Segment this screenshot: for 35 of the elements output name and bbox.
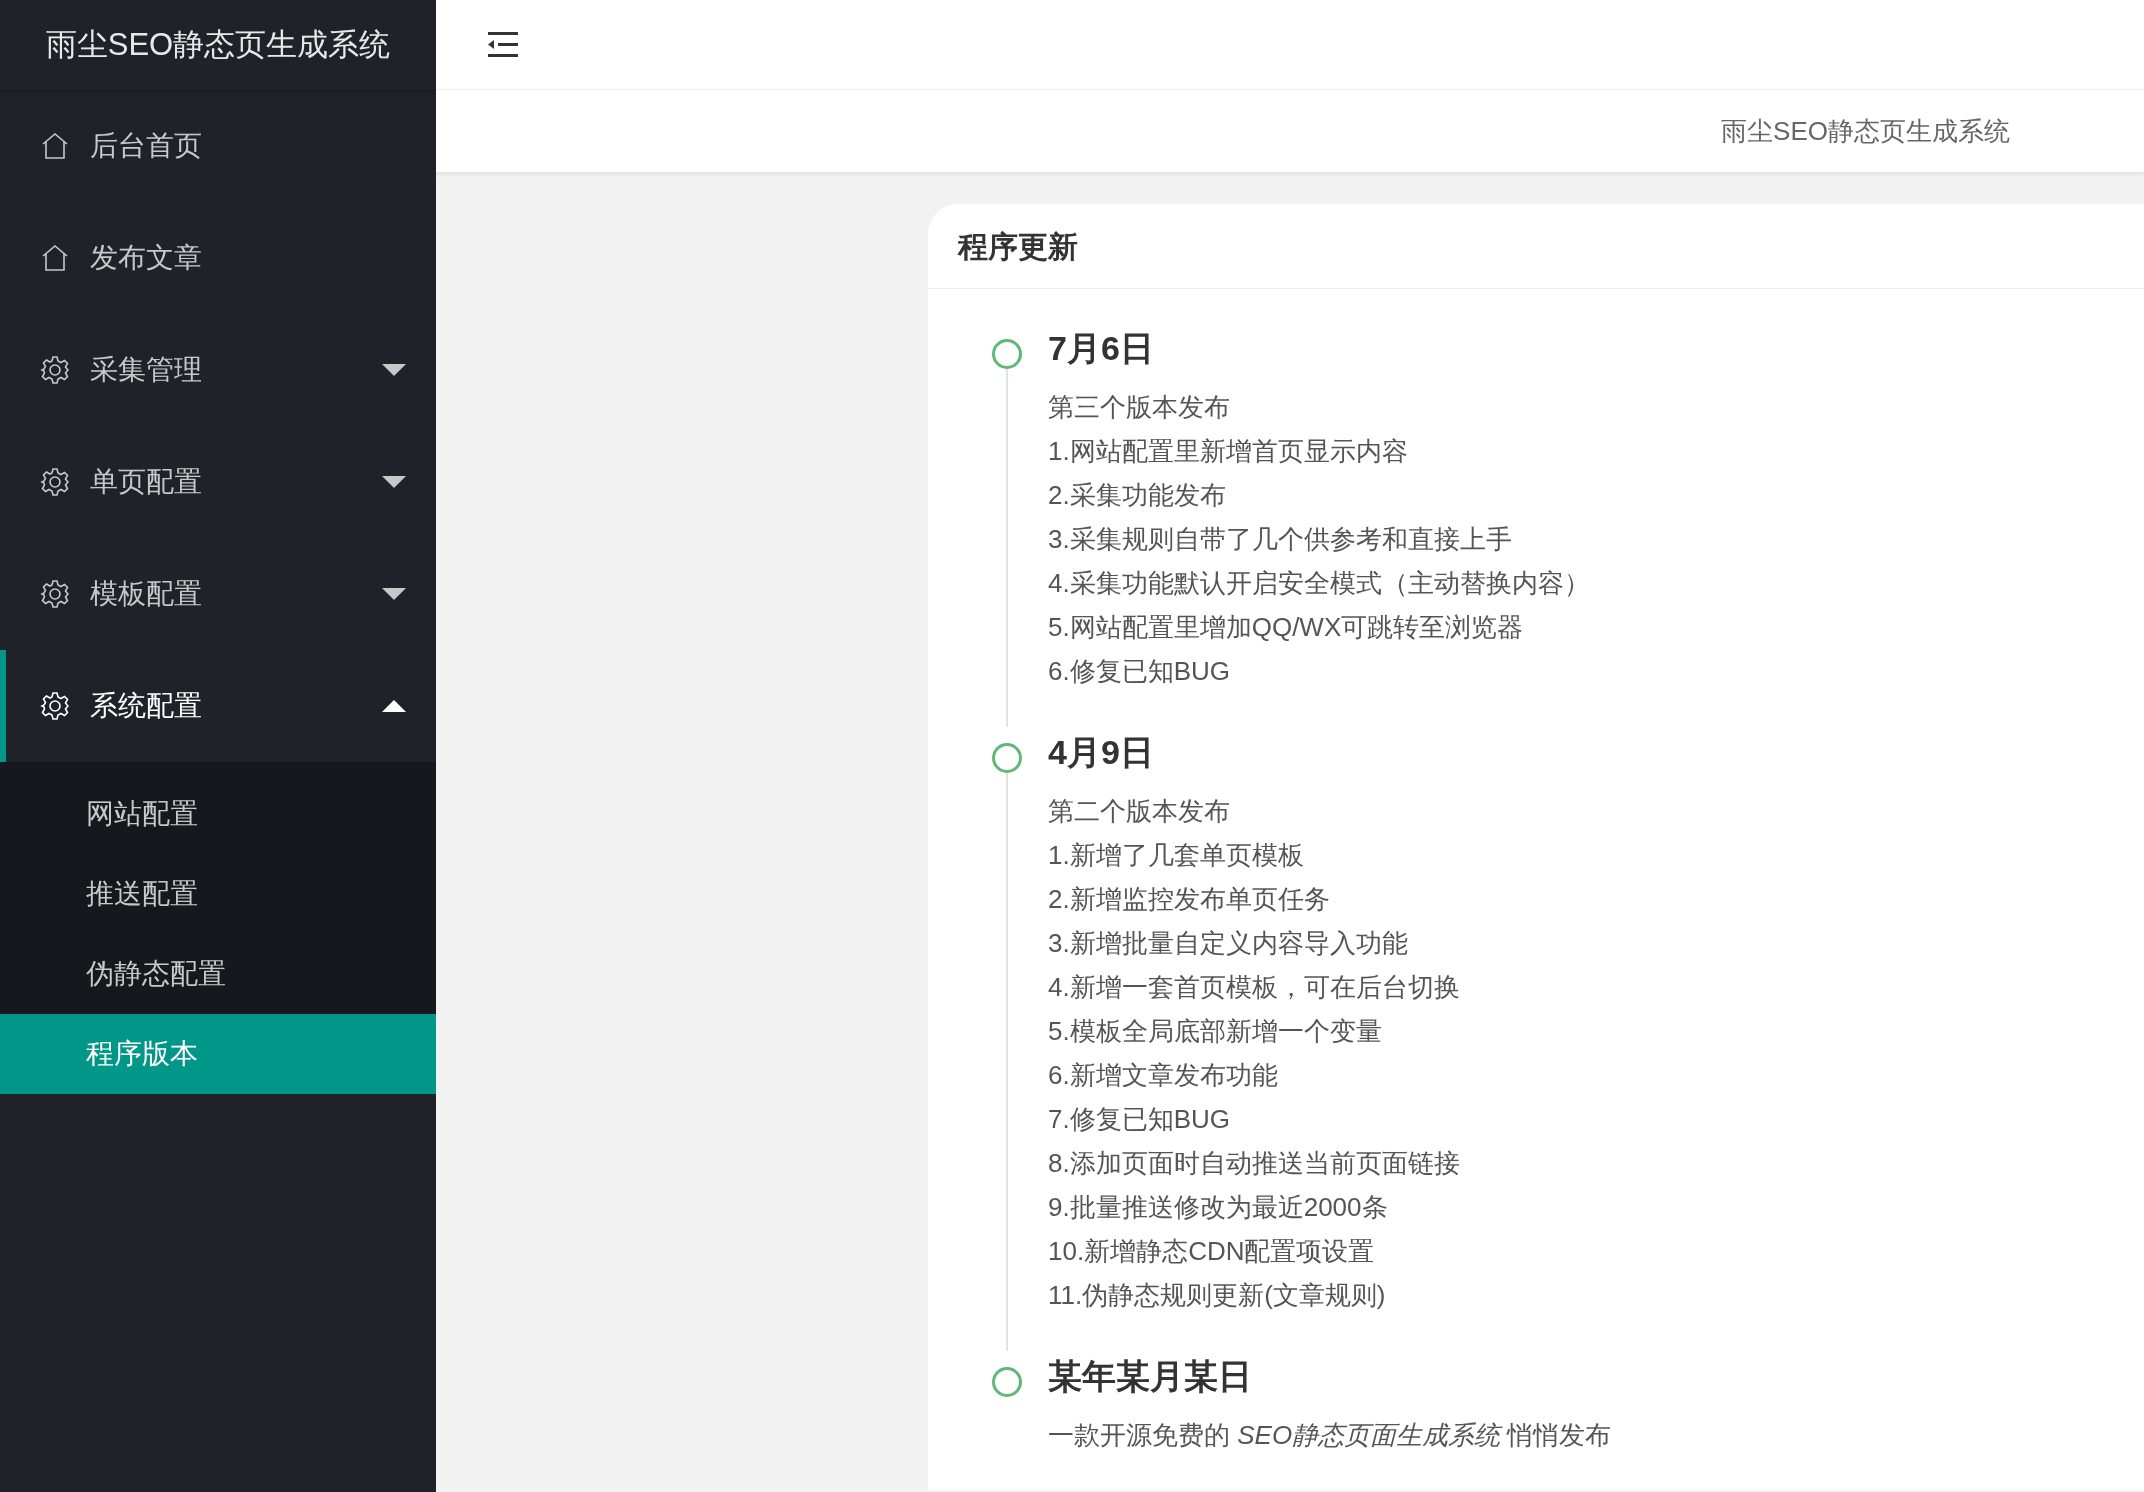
timeline-text: 第三个版本发布 <box>1048 391 1231 424</box>
submenu-item[interactable]: 推送配置 <box>0 854 436 934</box>
timeline-date: 某年某月某日 <box>1048 1356 1253 1397</box>
timeline-text: 5.模板全局底部新增一个变量 <box>1048 1015 1383 1048</box>
submenu-item[interactable]: 网站配置 <box>0 774 436 854</box>
sidebar-item[interactable]: 后台首页 <box>0 90 436 202</box>
timeline-date: 4月9日 <box>1048 732 1155 773</box>
sidebar-item[interactable]: 模板配置 <box>0 538 436 650</box>
timeline-text: 6.新增文章发布功能 <box>1048 1059 1279 1092</box>
sidebar-item[interactable]: 采集管理 <box>0 314 436 426</box>
sidebar-item[interactable]: 单页配置 <box>0 426 436 538</box>
timeline-text: 第二个版本发布 <box>1048 795 1231 828</box>
header-title: 雨尘SEO静态页生成系统 <box>1721 114 2010 148</box>
timeline-text: 1.新增了几套单页模板 <box>1048 839 1305 872</box>
timeline-text: 一款开源免费的 SEO静态页面生成系统 悄悄发布 <box>1048 1419 1613 1452</box>
timeline-text: 10.新增静态CDN配置项设置 <box>1048 1235 1376 1268</box>
timeline-text: 5.网站配置里增加QQ/WX可跳转至浏览器 <box>1048 611 1525 644</box>
timeline-date: 7月6日 <box>1048 328 1155 369</box>
card-title: 程序更新 <box>928 204 2144 289</box>
timeline-text: 8.添加页面时自动推送当前页面链接 <box>1048 1147 1461 1180</box>
timeline-text: 2.采集功能发布 <box>1048 479 1227 512</box>
timeline-text: 6.修复已知BUG <box>1048 655 1232 688</box>
timeline-text: 4.新增一套首页模板，可在后台切换 <box>1048 971 1461 1004</box>
submenu-item[interactable]: 程序版本 <box>0 1014 436 1094</box>
submenu-item[interactable]: 伪静态配置 <box>0 934 436 1014</box>
sidebar-item[interactable]: 发布文章 <box>0 202 436 314</box>
timeline-text: 3.新增批量自定义内容导入功能 <box>1048 927 1409 960</box>
timeline-text: 1.网站配置里新增首页显示内容 <box>1048 435 1409 468</box>
logo-title: 雨尘SEO静态页生成系统 <box>0 0 436 90</box>
timeline-text: 11.伪静态规则更新(文章规则) <box>1048 1279 1387 1312</box>
timeline-text: 2.新增监控发布单页任务 <box>1048 883 1331 916</box>
timeline-text: 4.采集功能默认开启安全模式（主动替换内容） <box>1048 567 1591 600</box>
timeline-text: 7.修复已知BUG <box>1048 1103 1232 1136</box>
timeline-text: 3.采集规则自带了几个供参考和直接上手 <box>1048 523 1513 556</box>
timeline-text: 9.批量推送修改为最近2000条 <box>1048 1191 1389 1224</box>
